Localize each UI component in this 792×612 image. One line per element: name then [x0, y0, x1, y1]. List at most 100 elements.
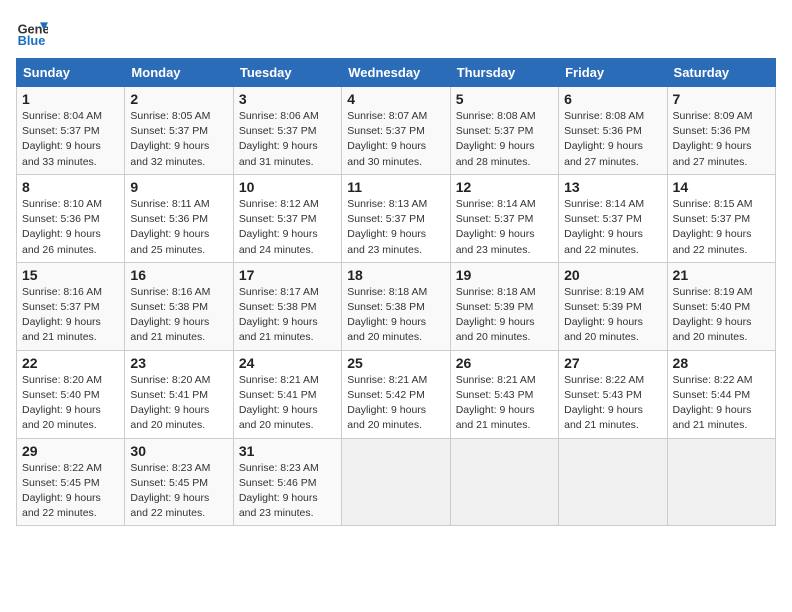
day-info: Sunrise: 8:22 AM Sunset: 5:45 PM Dayligh… — [22, 461, 119, 522]
sunrise: Sunrise: 8:16 AM — [22, 285, 119, 300]
daylight: Daylight: 9 hours and 20 minutes. — [22, 403, 119, 433]
day-info: Sunrise: 8:08 AM Sunset: 5:37 PM Dayligh… — [456, 109, 553, 170]
sunset: Sunset: 5:43 PM — [564, 388, 661, 403]
day-number: 23 — [130, 355, 227, 371]
daylight: Daylight: 9 hours and 25 minutes. — [130, 227, 227, 257]
calendar-week-5: 29 Sunrise: 8:22 AM Sunset: 5:45 PM Dayl… — [17, 438, 776, 526]
day-info: Sunrise: 8:12 AM Sunset: 5:37 PM Dayligh… — [239, 197, 336, 258]
weekday-header-wednesday: Wednesday — [342, 59, 450, 87]
calendar-cell: 8 Sunrise: 8:10 AM Sunset: 5:36 PM Dayli… — [17, 174, 125, 262]
sunrise: Sunrise: 8:14 AM — [456, 197, 553, 212]
calendar-cell: 28 Sunrise: 8:22 AM Sunset: 5:44 PM Dayl… — [667, 350, 775, 438]
calendar-week-3: 15 Sunrise: 8:16 AM Sunset: 5:37 PM Dayl… — [17, 262, 776, 350]
sunset: Sunset: 5:37 PM — [673, 212, 770, 227]
day-number: 24 — [239, 355, 336, 371]
sunrise: Sunrise: 8:17 AM — [239, 285, 336, 300]
calendar-week-1: 1 Sunrise: 8:04 AM Sunset: 5:37 PM Dayli… — [17, 87, 776, 175]
sunset: Sunset: 5:38 PM — [347, 300, 444, 315]
daylight: Daylight: 9 hours and 28 minutes. — [456, 139, 553, 169]
calendar-cell: 15 Sunrise: 8:16 AM Sunset: 5:37 PM Dayl… — [17, 262, 125, 350]
calendar-cell: 2 Sunrise: 8:05 AM Sunset: 5:37 PM Dayli… — [125, 87, 233, 175]
sunrise: Sunrise: 8:21 AM — [347, 373, 444, 388]
daylight: Daylight: 9 hours and 20 minutes. — [456, 315, 553, 345]
logo: General Blue — [16, 16, 52, 48]
calendar-cell: 1 Sunrise: 8:04 AM Sunset: 5:37 PM Dayli… — [17, 87, 125, 175]
day-number: 27 — [564, 355, 661, 371]
day-info: Sunrise: 8:15 AM Sunset: 5:37 PM Dayligh… — [673, 197, 770, 258]
sunrise: Sunrise: 8:13 AM — [347, 197, 444, 212]
calendar-cell: 19 Sunrise: 8:18 AM Sunset: 5:39 PM Dayl… — [450, 262, 558, 350]
svg-text:Blue: Blue — [18, 33, 46, 48]
day-info: Sunrise: 8:13 AM Sunset: 5:37 PM Dayligh… — [347, 197, 444, 258]
sunrise: Sunrise: 8:20 AM — [130, 373, 227, 388]
day-info: Sunrise: 8:19 AM Sunset: 5:39 PM Dayligh… — [564, 285, 661, 346]
sunset: Sunset: 5:37 PM — [456, 212, 553, 227]
day-info: Sunrise: 8:21 AM Sunset: 5:43 PM Dayligh… — [456, 373, 553, 434]
day-info: Sunrise: 8:18 AM Sunset: 5:39 PM Dayligh… — [456, 285, 553, 346]
daylight: Daylight: 9 hours and 23 minutes. — [239, 491, 336, 521]
day-number: 6 — [564, 91, 661, 107]
sunrise: Sunrise: 8:18 AM — [347, 285, 444, 300]
calendar-cell: 7 Sunrise: 8:09 AM Sunset: 5:36 PM Dayli… — [667, 87, 775, 175]
day-number: 28 — [673, 355, 770, 371]
sunset: Sunset: 5:38 PM — [239, 300, 336, 315]
sunset: Sunset: 5:37 PM — [564, 212, 661, 227]
sunset: Sunset: 5:41 PM — [130, 388, 227, 403]
day-info: Sunrise: 8:06 AM Sunset: 5:37 PM Dayligh… — [239, 109, 336, 170]
day-info: Sunrise: 8:21 AM Sunset: 5:42 PM Dayligh… — [347, 373, 444, 434]
sunset: Sunset: 5:37 PM — [456, 124, 553, 139]
calendar-cell: 27 Sunrise: 8:22 AM Sunset: 5:43 PM Dayl… — [559, 350, 667, 438]
sunset: Sunset: 5:44 PM — [673, 388, 770, 403]
weekday-header-saturday: Saturday — [667, 59, 775, 87]
calendar-cell: 12 Sunrise: 8:14 AM Sunset: 5:37 PM Dayl… — [450, 174, 558, 262]
day-number: 30 — [130, 443, 227, 459]
sunrise: Sunrise: 8:08 AM — [456, 109, 553, 124]
sunset: Sunset: 5:39 PM — [564, 300, 661, 315]
sunrise: Sunrise: 8:19 AM — [564, 285, 661, 300]
day-info: Sunrise: 8:14 AM Sunset: 5:37 PM Dayligh… — [564, 197, 661, 258]
day-number: 22 — [22, 355, 119, 371]
sunset: Sunset: 5:43 PM — [456, 388, 553, 403]
sunrise: Sunrise: 8:22 AM — [22, 461, 119, 476]
day-number: 14 — [673, 179, 770, 195]
calendar-cell: 29 Sunrise: 8:22 AM Sunset: 5:45 PM Dayl… — [17, 438, 125, 526]
calendar-cell: 3 Sunrise: 8:06 AM Sunset: 5:37 PM Dayli… — [233, 87, 341, 175]
daylight: Daylight: 9 hours and 21 minutes. — [239, 315, 336, 345]
daylight: Daylight: 9 hours and 27 minutes. — [564, 139, 661, 169]
day-info: Sunrise: 8:14 AM Sunset: 5:37 PM Dayligh… — [456, 197, 553, 258]
sunrise: Sunrise: 8:12 AM — [239, 197, 336, 212]
daylight: Daylight: 9 hours and 22 minutes. — [22, 491, 119, 521]
sunset: Sunset: 5:46 PM — [239, 476, 336, 491]
calendar-cell: 10 Sunrise: 8:12 AM Sunset: 5:37 PM Dayl… — [233, 174, 341, 262]
day-number: 3 — [239, 91, 336, 107]
daylight: Daylight: 9 hours and 22 minutes. — [673, 227, 770, 257]
sunrise: Sunrise: 8:08 AM — [564, 109, 661, 124]
sunrise: Sunrise: 8:06 AM — [239, 109, 336, 124]
sunrise: Sunrise: 8:15 AM — [673, 197, 770, 212]
calendar-cell: 24 Sunrise: 8:21 AM Sunset: 5:41 PM Dayl… — [233, 350, 341, 438]
day-info: Sunrise: 8:17 AM Sunset: 5:38 PM Dayligh… — [239, 285, 336, 346]
daylight: Daylight: 9 hours and 21 minutes. — [456, 403, 553, 433]
day-number: 1 — [22, 91, 119, 107]
day-number: 9 — [130, 179, 227, 195]
day-number: 5 — [456, 91, 553, 107]
daylight: Daylight: 9 hours and 26 minutes. — [22, 227, 119, 257]
day-info: Sunrise: 8:05 AM Sunset: 5:37 PM Dayligh… — [130, 109, 227, 170]
day-info: Sunrise: 8:08 AM Sunset: 5:36 PM Dayligh… — [564, 109, 661, 170]
sunset: Sunset: 5:37 PM — [239, 212, 336, 227]
sunset: Sunset: 5:37 PM — [347, 212, 444, 227]
day-number: 11 — [347, 179, 444, 195]
calendar-cell — [667, 438, 775, 526]
day-info: Sunrise: 8:23 AM Sunset: 5:46 PM Dayligh… — [239, 461, 336, 522]
weekday-header-sunday: Sunday — [17, 59, 125, 87]
calendar-cell: 25 Sunrise: 8:21 AM Sunset: 5:42 PM Dayl… — [342, 350, 450, 438]
daylight: Daylight: 9 hours and 27 minutes. — [673, 139, 770, 169]
sunset: Sunset: 5:39 PM — [456, 300, 553, 315]
day-number: 10 — [239, 179, 336, 195]
sunset: Sunset: 5:41 PM — [239, 388, 336, 403]
day-info: Sunrise: 8:07 AM Sunset: 5:37 PM Dayligh… — [347, 109, 444, 170]
calendar-cell: 5 Sunrise: 8:08 AM Sunset: 5:37 PM Dayli… — [450, 87, 558, 175]
calendar-cell — [450, 438, 558, 526]
day-info: Sunrise: 8:19 AM Sunset: 5:40 PM Dayligh… — [673, 285, 770, 346]
weekday-header-tuesday: Tuesday — [233, 59, 341, 87]
